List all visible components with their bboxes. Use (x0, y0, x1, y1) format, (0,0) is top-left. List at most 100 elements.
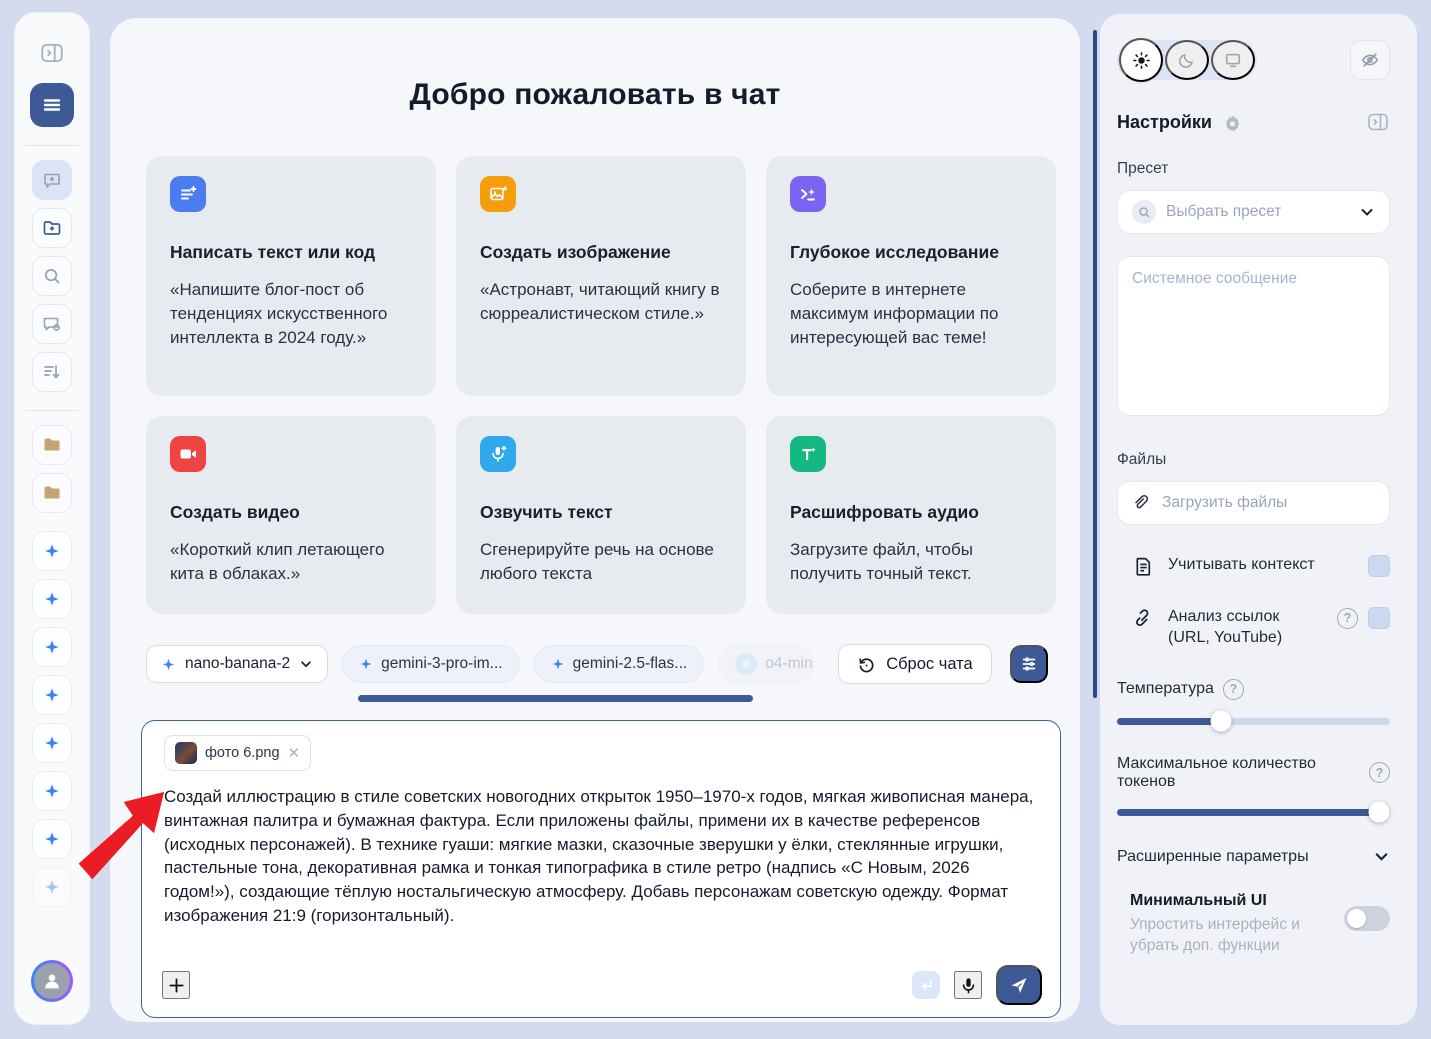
new-chat-button[interactable] (32, 160, 72, 200)
chat-history-item[interactable] (32, 819, 72, 859)
new-folder-button[interactable] (32, 208, 72, 248)
add-attachment-button[interactable] (162, 971, 190, 999)
chat-history-item[interactable] (32, 675, 72, 715)
user-avatar-icon (34, 963, 70, 999)
model-chip[interactable]: gemini-2.5-flas... (534, 645, 705, 683)
user-avatar[interactable] (31, 960, 73, 1002)
settings-header: Настройки (1117, 110, 1390, 134)
attachment-thumbnail (175, 742, 197, 764)
max-tokens-slider[interactable] (1117, 809, 1390, 816)
help-icon[interactable]: ? (1369, 762, 1390, 783)
temperature-label: Температура (1117, 680, 1214, 698)
mic-plus-icon (480, 436, 516, 472)
monitor-icon (1224, 51, 1242, 69)
chat-history-item[interactable] (32, 579, 72, 619)
links-checkbox[interactable] (1368, 607, 1390, 629)
card-desc: Соберите в интернете максимум информации… (790, 278, 1032, 350)
card-desc: Сгенерируйте речь на основе любого текст… (480, 538, 722, 586)
attachment-chip[interactable]: фото 6.png ✕ (164, 735, 311, 771)
send-button[interactable] (996, 965, 1042, 1005)
folder-item[interactable] (32, 473, 72, 513)
panel-resize-handle[interactable] (1093, 30, 1097, 698)
chat-history-item[interactable] (32, 531, 72, 571)
card-title: Озвучить текст (480, 502, 722, 523)
help-icon[interactable]: ? (1223, 679, 1244, 700)
model-select[interactable]: nano-banana-2 (146, 645, 328, 683)
message-composer[interactable]: фото 6.png ✕ Создай иллюстрацию в стиле … (141, 720, 1061, 1018)
context-label: Учитывать контекст (1168, 555, 1315, 576)
left-sidebar (14, 12, 90, 1025)
chat-history-item[interactable] (32, 723, 72, 763)
card-transcribe-audio[interactable]: Расшифровать аудио Загрузите файл, чтобы… (766, 416, 1056, 614)
sparkle-icon (43, 686, 61, 704)
sort-button[interactable] (32, 352, 72, 392)
folder-icon (42, 483, 62, 503)
minimal-ui-toggle[interactable] (1344, 906, 1390, 931)
folder-item[interactable] (32, 425, 72, 465)
gear-icon[interactable] (1224, 114, 1241, 131)
settings-panel: Настройки Пресет Выбрать пресет Файлы За… (1100, 14, 1417, 1025)
chat-history-item[interactable] (32, 867, 72, 907)
chat-settings-button[interactable] (32, 304, 72, 344)
card-title: Написать текст или код (170, 242, 412, 263)
slider-thumb[interactable] (1369, 802, 1390, 823)
folder-icon (42, 435, 62, 455)
model-chip[interactable]: gemini-3-pro-im... (342, 645, 519, 683)
model-preferences-button[interactable] (1010, 645, 1048, 683)
theme-light-button[interactable] (1119, 38, 1163, 82)
settings-title: Настройки (1117, 112, 1212, 133)
panel-collapse-icon[interactable] (1366, 110, 1390, 134)
prompt-text[interactable]: Создай иллюстрацию в стиле советских нов… (164, 785, 1038, 928)
search-icon (43, 267, 62, 286)
card-deep-research[interactable]: Глубокое исследование Соберите в интерне… (766, 156, 1056, 396)
toggle-knob (1347, 909, 1366, 928)
return-icon (912, 971, 940, 999)
theme-switcher (1117, 40, 1257, 80)
chat-history-item[interactable] (32, 627, 72, 667)
chips-scrollbar[interactable] (358, 695, 753, 702)
preset-placeholder: Выбрать пресет (1166, 203, 1281, 221)
card-create-image[interactable]: Создать изображение «Астронавт, читающий… (456, 156, 746, 396)
temperature-slider[interactable] (1117, 718, 1390, 725)
video-camera-icon (170, 436, 206, 472)
card-title: Расшифровать аудио (790, 502, 1032, 523)
hide-panel-button[interactable] (1350, 40, 1390, 80)
card-create-video[interactable]: Создать видео «Короткий клип летающего к… (146, 416, 436, 614)
theme-system-button[interactable] (1211, 40, 1255, 80)
close-icon[interactable]: ✕ (288, 746, 301, 761)
search-button[interactable] (32, 256, 72, 296)
max-tokens-row: Максимальное количество токенов ? (1117, 755, 1390, 791)
card-desc: Загрузите файл, чтобы получить точный те… (790, 538, 1032, 586)
system-message-input[interactable] (1117, 256, 1390, 416)
link-icon (1133, 608, 1154, 629)
menu-button[interactable] (30, 83, 74, 127)
upload-files-button[interactable]: Загрузить файлы (1117, 481, 1390, 525)
mic-button[interactable] (954, 971, 982, 999)
model-chip[interactable]: ✳ o4-min (718, 645, 814, 683)
advanced-params-label: Расширенные параметры (1117, 848, 1309, 866)
preferences-icon (1020, 655, 1038, 673)
text-plus-icon (170, 176, 206, 212)
minimal-ui-label: Минимальный UI (1130, 892, 1305, 910)
help-icon[interactable]: ? (1337, 608, 1358, 629)
links-label: Анализ ссылок (URL, YouTube) (1168, 607, 1318, 649)
minimal-ui-desc: Упростить интерфейс и убрать доп. функци… (1130, 915, 1305, 957)
context-checkbox[interactable] (1368, 555, 1390, 577)
sparkle-icon (551, 657, 565, 671)
sparkle-icon (161, 657, 176, 672)
card-write-text[interactable]: Написать текст или код «Напишите блог-по… (146, 156, 436, 396)
slider-thumb[interactable] (1210, 711, 1231, 732)
sidebar-toggle-icon[interactable] (32, 33, 72, 73)
moon-icon (1178, 51, 1196, 69)
main-panel: Добро пожаловать в чат Написать текст ил… (110, 18, 1080, 1022)
files-label: Файлы (1117, 451, 1390, 469)
chat-history-item[interactable] (32, 771, 72, 811)
sparkle-icon (43, 542, 61, 560)
card-voice-text[interactable]: Озвучить текст Сгенерируйте речь на осно… (456, 416, 746, 614)
preset-select[interactable]: Выбрать пресет (1117, 190, 1390, 234)
reset-chat-button[interactable]: Сброс чата (838, 644, 992, 684)
reset-icon (857, 655, 876, 674)
sparkle-icon (43, 638, 61, 656)
theme-dark-button[interactable] (1165, 40, 1209, 80)
advanced-params-toggle[interactable]: Расширенные параметры (1117, 848, 1390, 866)
